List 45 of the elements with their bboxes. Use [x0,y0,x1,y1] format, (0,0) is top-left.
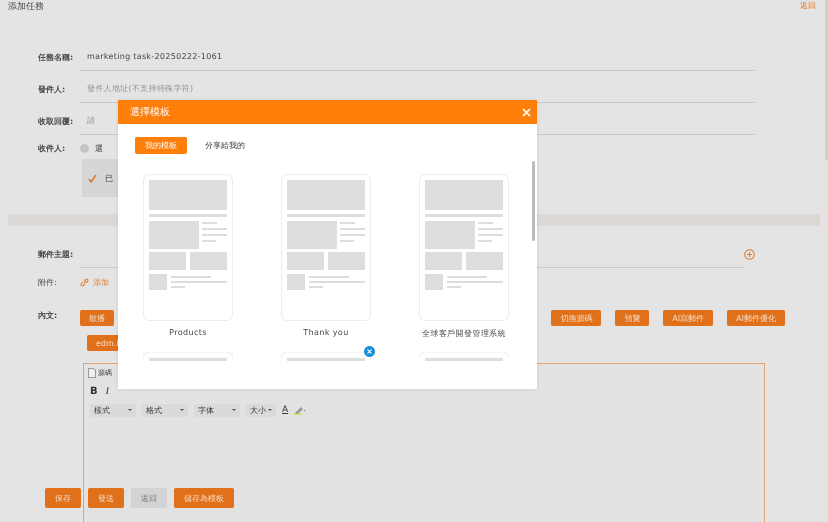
template-thumbnail[interactable] [281,174,371,321]
field-label: 收件人: [38,142,66,154]
format-dropdown[interactable]: 大小 [246,404,276,416]
input-field[interactable]: marketing task-20250222-1061 [80,44,755,70]
back-link[interactable]: 返回 [800,0,816,11]
action-button[interactable]: 發送 [88,488,124,508]
scrollbar[interactable] [532,161,535,241]
action-button[interactable]: 儲存為模板 [174,488,234,508]
radio-button[interactable] [80,144,89,152]
toolbar-button[interactable]: AI郵件優化 [727,310,785,326]
add-icon[interactable] [744,248,755,260]
bold-button[interactable]: B [90,386,98,396]
template-name: Products [169,328,207,337]
modal-title: 選擇模板 [130,106,170,119]
template-thumbnail[interactable] [419,174,509,321]
template-thumbnail[interactable] [143,174,233,321]
toolbar-button[interactable]: 預覽 [615,310,650,326]
toolbar-button[interactable]: 切換源碼 [551,310,602,326]
field-label: 郵件主題: [38,248,74,260]
field-label: 發件人: [38,84,66,94]
field-label: 內文: [38,310,58,321]
tab[interactable]: 分享給我的 [195,137,255,154]
format-dropdown[interactable]: 樣式 [90,404,136,416]
font-color-button[interactable]: A [282,405,288,415]
check-icon [88,174,97,182]
field-label: 任務名稱: [38,52,74,62]
toolbar-button[interactable]: AI寫郵件 [663,310,714,326]
selected-label: 已 [105,172,113,184]
add-attachment-link[interactable]: 添加 [93,276,109,288]
page-title: 添加任務 [8,0,44,13]
format-dropdown[interactable]: 字体 [194,404,240,416]
tab[interactable]: 我的模板 [135,137,187,154]
italic-button[interactable]: I [106,386,109,396]
close-icon[interactable] [522,108,531,116]
field-label: 收取回覆: [38,116,74,126]
remove-badge-icon[interactable] [364,346,375,357]
document-icon[interactable] [88,368,96,378]
field-label: 附件: [38,276,58,288]
toolbar-button[interactable]: 散播 [80,310,114,326]
format-dropdown[interactable]: 格式 [142,404,188,416]
action-button[interactable]: 保存 [45,488,81,508]
template-name: Thank you [303,328,349,337]
template-name: 全球客戶開發管理系統 [422,328,506,339]
link-icon[interactable] [80,278,89,286]
radio-label: 選 [95,142,103,154]
